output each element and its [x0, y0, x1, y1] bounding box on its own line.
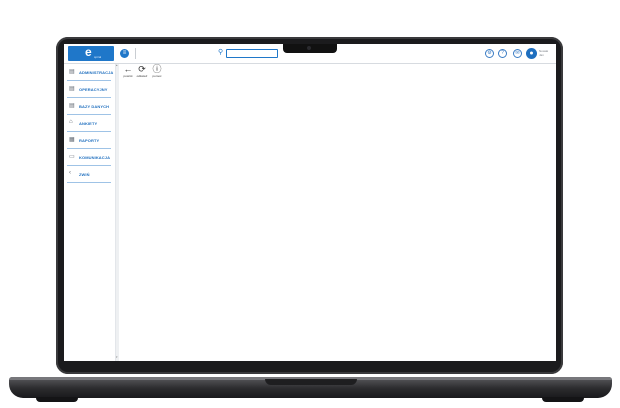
search-input[interactable] — [226, 49, 278, 58]
settings-icon[interactable]: ⚙ — [485, 49, 494, 58]
sidebar-item-operacyjny[interactable]: ▤ OPERACYJNY — [67, 81, 111, 98]
camera-notch — [283, 44, 337, 53]
laptop-open-groove — [265, 379, 357, 385]
sidebar-item-label: BAZY DANYCH — [79, 104, 110, 109]
report-icon: ▦ — [69, 137, 75, 143]
sidebar-item-ankiety[interactable]: ⌂ ANKIETY — [67, 115, 111, 132]
help-circle-icon[interactable]: ? — [498, 49, 507, 58]
laptop-foot-left — [36, 397, 78, 402]
laptop-base — [9, 377, 612, 398]
document-icon: ▤ — [69, 69, 75, 75]
camera — [307, 46, 311, 50]
logo-letter: e — [85, 45, 92, 59]
scroll-up-icon[interactable]: ▴ — [116, 64, 119, 67]
sidebar-item-komunikacja[interactable]: ▭ KOMUNIKACJA — [67, 149, 111, 166]
sidebar-item-label: RAPORTY — [79, 138, 100, 143]
sidebar-item-label: ZWIŃ — [79, 172, 90, 177]
refresh-icon: ⟳ — [138, 64, 146, 74]
avatar[interactable]: ● — [526, 48, 537, 59]
scroll-down-icon[interactable]: ▾ — [116, 356, 119, 359]
logo-subtitle: spiral — [94, 55, 102, 59]
chevron-left-icon: ‹ — [69, 170, 71, 176]
sidebar-item-label: ADMINISTRACJA — [79, 70, 114, 75]
menu-toggle-button[interactable]: ≡ — [120, 49, 129, 58]
help-label: pomoc — [152, 74, 162, 78]
help-button[interactable]: ⓘ pomoc — [149, 64, 165, 82]
user-firstname: Jan — [539, 53, 544, 57]
sidebar-item-raporty[interactable]: ▦ RAPORTY — [67, 132, 111, 149]
user-info[interactable]: Nowak Jan — [539, 49, 548, 57]
help-icon: ⓘ — [152, 64, 162, 74]
app-logo[interactable]: e spiral — [68, 45, 114, 61]
mail-icon[interactable]: ✉ — [513, 49, 522, 58]
refresh-button[interactable]: ⟳ odśwież — [134, 64, 150, 82]
sidebar-item-label: ANKIETY — [79, 121, 98, 126]
sidebar-item-label: KOMUNIKACJA — [79, 155, 111, 160]
refresh-label: odśwież — [136, 74, 148, 78]
search-icon[interactable]: ⚲ — [218, 48, 223, 56]
sidebar-scrollbar[interactable]: ▴ ▾ — [116, 64, 119, 361]
sidebar-item-administracja[interactable]: ▤ ADMINISTRACJA — [67, 64, 114, 81]
sidebar: ▤ ADMINISTRACJA ▤ OPERACYJNY ▤ BAZY DANY… — [64, 64, 116, 361]
home-icon: ⌂ — [69, 119, 73, 125]
laptop-foot-right — [542, 397, 584, 402]
divider — [135, 48, 136, 59]
sidebar-item-label: OPERACYJNY — [79, 87, 108, 92]
sidebar-item-zwin[interactable]: ‹ ZWIŃ — [67, 166, 111, 183]
sidebar-item-bazy-danych[interactable]: ▤ BAZY DANYCH — [67, 98, 111, 115]
app-screen: e spiral ≡ ⚲ ⚙ ? ✉ ● Nowak Jan ▤ ADMINIS… — [64, 44, 556, 361]
document-icon: ▤ — [69, 103, 75, 109]
document-icon: ▤ — [69, 86, 75, 92]
message-icon: ▭ — [69, 154, 75, 160]
